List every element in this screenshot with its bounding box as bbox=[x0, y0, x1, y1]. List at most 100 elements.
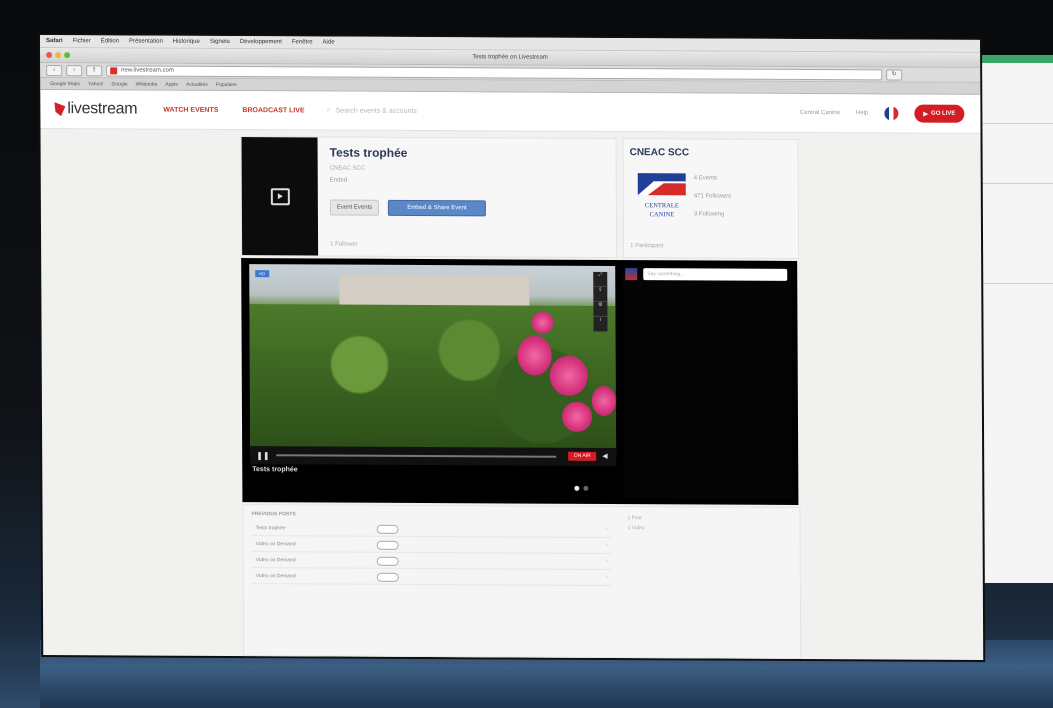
window-title: Tests trophée on Livestream bbox=[472, 54, 548, 61]
camera-icon: ▶ bbox=[923, 111, 929, 118]
site-header: livestream WATCH EVENTS BROADCAST LIVE ⌕… bbox=[40, 90, 981, 134]
post-title: Video on Demand bbox=[255, 557, 296, 564]
header-right: Central Canine Help ▶ GO LIVE bbox=[800, 104, 965, 123]
stat-following[interactable]: 3 Following bbox=[694, 205, 731, 223]
carousel-dot[interactable] bbox=[574, 485, 580, 491]
menu-history[interactable]: Historique bbox=[173, 39, 200, 45]
background-window bbox=[980, 55, 1053, 583]
post-title: Tests trophée bbox=[255, 525, 286, 532]
back-button[interactable]: ‹ bbox=[46, 64, 63, 76]
bookmark-item[interactable]: Actualités bbox=[186, 81, 208, 87]
bookmark-item[interactable]: Google Maps bbox=[50, 81, 80, 87]
reload-button[interactable]: ↻ bbox=[886, 68, 903, 81]
info-icon[interactable]: i bbox=[593, 316, 608, 332]
bookmark-item[interactable]: Populaire bbox=[216, 81, 237, 87]
go-live-button[interactable]: ▶ GO LIVE bbox=[914, 104, 965, 123]
logo-text: livestream bbox=[67, 100, 138, 118]
post-title: Video on Demand bbox=[255, 573, 296, 580]
flower bbox=[517, 335, 552, 376]
account-stats: 4 Events 471 Followers 3 Following bbox=[694, 169, 732, 223]
event-title: Tests trophée bbox=[329, 145, 408, 160]
event-thumbnail[interactable] bbox=[241, 137, 319, 256]
carousel-dot[interactable] bbox=[583, 485, 589, 491]
video-icon bbox=[270, 187, 290, 205]
pause-icon[interactable]: ❚❚ bbox=[256, 451, 269, 460]
video-frame[interactable]: HD ⤢ ⇪ ⚙ i bbox=[249, 264, 617, 455]
settings-icon[interactable]: ⚙ bbox=[593, 301, 608, 317]
menu-bookmarks[interactable]: Signets bbox=[210, 39, 230, 45]
event-card: Tests trophée CNEAC SCC Ended Event Even… bbox=[240, 136, 618, 259]
menu-file[interactable]: Fichier bbox=[73, 38, 91, 44]
main-content: Tests trophée CNEAC SCC Ended Event Even… bbox=[240, 136, 802, 659]
event-owner[interactable]: CNEAC SCC bbox=[330, 166, 365, 172]
search-icon: ⌕ bbox=[326, 106, 331, 114]
bookmark-item[interactable]: Apple bbox=[165, 81, 178, 87]
menu-view[interactable]: Présentation bbox=[129, 38, 163, 44]
address-bar[interactable]: new.livestream.com bbox=[106, 64, 883, 80]
post-toggle[interactable] bbox=[376, 524, 399, 534]
account-avatar[interactable] bbox=[884, 106, 899, 121]
logo-text-canine: CANINE bbox=[650, 211, 675, 218]
menu-help[interactable]: Aide bbox=[323, 39, 335, 45]
browser-window: Safari Fichier Édition Présentation Hist… bbox=[40, 35, 984, 660]
chevron-right-icon: › bbox=[606, 557, 608, 564]
chat-avatar bbox=[625, 268, 638, 281]
search-field[interactable]: ⌕ Search events & accounts bbox=[327, 107, 417, 115]
flower bbox=[549, 355, 588, 396]
flower bbox=[531, 311, 554, 334]
posts-summary: 1 Post 1 Video bbox=[627, 513, 644, 533]
bookmark-item[interactable]: Yahoo! bbox=[88, 81, 104, 87]
player-controls: ❚❚ ON AIR ◀ bbox=[250, 446, 617, 467]
embed-share-button[interactable]: Embed & Share Event bbox=[387, 199, 486, 217]
post-title: Video on Demand bbox=[255, 541, 296, 548]
participants: 1 Participant bbox=[630, 243, 664, 250]
chevron-right-icon: › bbox=[606, 573, 608, 580]
list-item[interactable]: Video on Demand › bbox=[251, 537, 612, 555]
help-link[interactable]: Help bbox=[856, 110, 868, 116]
chevron-right-icon: › bbox=[605, 541, 608, 548]
share-button[interactable]: ⇪ bbox=[86, 64, 103, 76]
edit-event-button[interactable]: Event Events bbox=[329, 199, 380, 216]
stat-followers[interactable]: 471 Followers bbox=[694, 187, 731, 205]
fullscreen-icon[interactable]: ⤢ bbox=[593, 271, 608, 287]
event-followers: 1 Follower bbox=[330, 241, 358, 248]
video-title: Tests trophée bbox=[252, 466, 298, 474]
hd-badge: HD bbox=[255, 270, 270, 278]
list-item[interactable]: Video on Demand › bbox=[251, 553, 612, 571]
chat-input[interactable]: Say something... bbox=[643, 268, 788, 281]
list-item[interactable]: Tests trophée › bbox=[251, 521, 612, 538]
url-text: new.livestream.com bbox=[121, 66, 174, 74]
flower bbox=[591, 385, 616, 417]
menu-window[interactable]: Fenêtre bbox=[292, 39, 313, 45]
event-dates: Ended bbox=[329, 177, 348, 184]
favicon-icon bbox=[110, 66, 118, 74]
livestream-logo-icon bbox=[54, 102, 65, 116]
posts-count[interactable]: 1 Post bbox=[627, 513, 644, 523]
player-side-controls: ⤢ ⇪ ⚙ i bbox=[593, 271, 608, 332]
logo-text-centrale: CENTRALE bbox=[645, 202, 679, 209]
volume-icon[interactable]: ◀ bbox=[602, 452, 607, 460]
nav-broadcast-live[interactable]: BROADCAST LIVE bbox=[242, 107, 304, 114]
nav-watch-events[interactable]: WATCH EVENTS bbox=[163, 106, 218, 113]
posts-section: PREVIOUS POSTS Tests trophée › Video on … bbox=[242, 504, 802, 659]
search-placeholder: Search events & accounts bbox=[335, 107, 417, 115]
chevron-right-icon: › bbox=[605, 525, 608, 532]
list-item[interactable]: Video on Demand › bbox=[251, 569, 612, 587]
account-name[interactable]: CNEAC SCC bbox=[630, 147, 690, 158]
centrale-canine-logo[interactable]: CENTRALE CANINE bbox=[634, 171, 690, 221]
videos-count[interactable]: 1 Video bbox=[628, 523, 645, 533]
post-toggle[interactable] bbox=[376, 556, 399, 566]
share-icon[interactable]: ⇪ bbox=[593, 286, 608, 302]
forward-button[interactable]: › bbox=[66, 64, 83, 76]
menu-safari[interactable]: Safari bbox=[46, 38, 63, 44]
menu-develop[interactable]: Développement bbox=[240, 39, 282, 45]
menu-edit[interactable]: Édition bbox=[101, 38, 119, 44]
account-link[interactable]: Central Canine bbox=[800, 110, 840, 116]
stat-events[interactable]: 4 Events bbox=[694, 169, 731, 187]
livestream-logo[interactable]: livestream bbox=[54, 100, 137, 118]
bookmark-item[interactable]: Google bbox=[111, 81, 127, 87]
bookmark-item[interactable]: Wikipédia bbox=[136, 81, 158, 87]
post-toggle[interactable] bbox=[376, 572, 399, 582]
post-toggle[interactable] bbox=[376, 540, 399, 550]
progress-bar[interactable] bbox=[276, 454, 557, 458]
